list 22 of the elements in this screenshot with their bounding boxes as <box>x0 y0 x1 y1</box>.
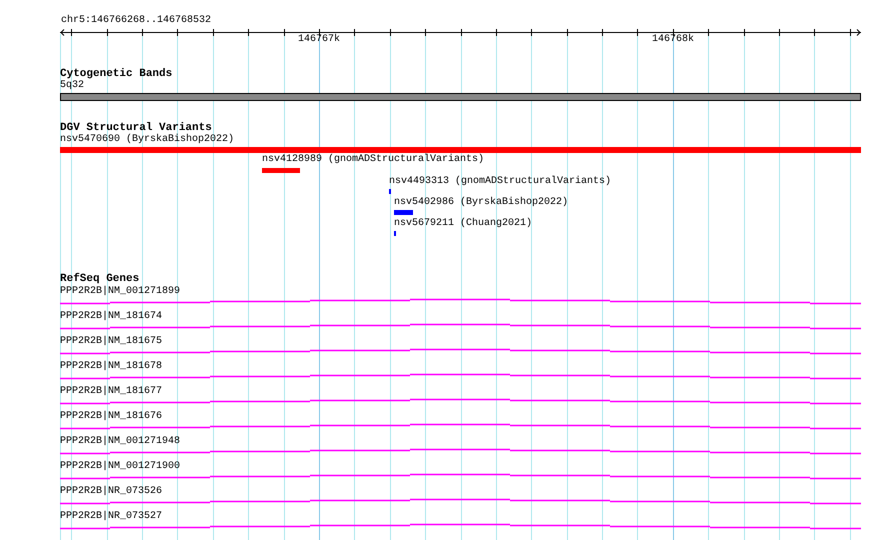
transcript-label: PPP2R2B|NM_001271900 <box>60 461 180 473</box>
variant-label: nsv5470690 (ByrskaBishop2022) <box>60 134 234 146</box>
band-label: 5q32 <box>60 80 84 92</box>
transcript-label: PPP2R2B|NM_181674 <box>60 311 162 323</box>
region-label: chr5:146766268..146768532 <box>61 15 212 27</box>
transcript-label: PPP2R2B|NM_001271948 <box>60 436 180 448</box>
track-title: Cytogenetic Bands <box>60 68 172 80</box>
tick-label: 146767k <box>298 34 340 46</box>
transcript-label: PPP2R2B|NM_181678 <box>60 361 162 373</box>
variant-label: nsv5402986 (ByrskaBishop2022) <box>394 197 568 209</box>
variant-label: nsv4128989 (gnomADStructuralVariants) <box>262 154 484 166</box>
track-title: DGV Structural Variants <box>60 122 212 134</box>
tick-label: 146768k <box>652 34 694 46</box>
transcript-label: PPP2R2B|NM_181675 <box>60 336 162 348</box>
transcript-label: PPP2R2B|NR_073526 <box>60 486 162 498</box>
variant-label: nsv4493313 (gnomADStructuralVariants) <box>389 176 612 188</box>
transcript-label: PPP2R2B|NM_001271899 <box>60 286 180 298</box>
transcript-label: PPP2R2B|NR_073527 <box>60 511 162 523</box>
transcript-label: PPP2R2B|NM_181676 <box>60 411 162 423</box>
variant-label: nsv5679211 (Chuang2021) <box>394 218 532 230</box>
transcript-label: PPP2R2B|NM_181677 <box>60 386 162 398</box>
track-title: RefSeq Genes <box>60 273 140 285</box>
